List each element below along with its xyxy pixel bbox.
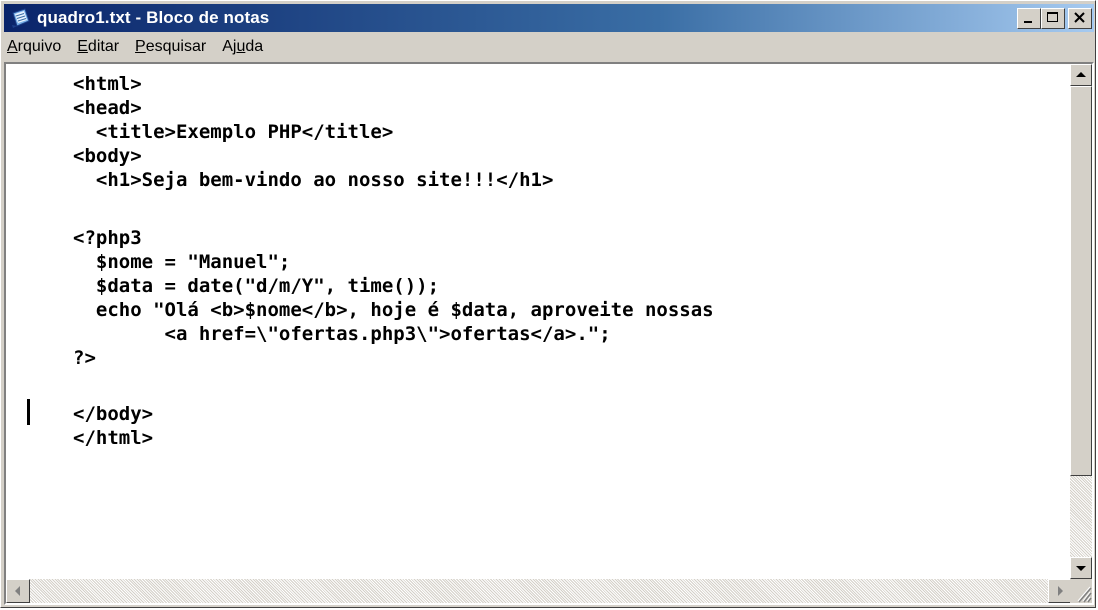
- code-line: <?php3: [73, 227, 142, 249]
- minimize-button[interactable]: [1017, 8, 1041, 29]
- code-line: <body>: [73, 145, 142, 167]
- vertical-scroll-track[interactable]: [1070, 476, 1092, 557]
- menu-editar[interactable]: Editar: [69, 36, 127, 58]
- arrow-up-icon: [1076, 72, 1086, 77]
- close-button[interactable]: [1068, 8, 1092, 29]
- window-title: quadro1.txt - Bloco de notas: [37, 8, 270, 27]
- code-line: $data = date("d/m/Y", time());: [73, 275, 440, 297]
- code-line: </html>: [73, 427, 154, 449]
- menu-arquivo[interactable]: Arquivo: [4, 36, 69, 58]
- title-bar[interactable]: quadro1.txt - Bloco de notas: [4, 4, 1094, 32]
- maximize-button[interactable]: [1041, 8, 1065, 29]
- code-line: <a href=\"ofertas.php3\">ofertas</a>.";: [73, 323, 611, 345]
- code-line: <html>: [73, 73, 142, 95]
- scroll-right-button[interactable]: [1048, 579, 1072, 603]
- notepad-icon[interactable]: [10, 7, 32, 29]
- menu-ajuda[interactable]: Ajuda: [214, 36, 271, 58]
- editor-frame: <html> <head> <title>Exemplo PHP</title>…: [4, 62, 1094, 605]
- arrow-down-icon: [1076, 566, 1086, 571]
- code-line: <title>Exemplo PHP</title>: [73, 121, 394, 143]
- code-line: echo "Olá <b>$nome</b>, hoje é $data, ap…: [73, 299, 714, 321]
- code-line: ?>: [73, 347, 96, 369]
- arrow-right-icon: [1058, 586, 1063, 596]
- menu-bar: Arquivo Editar Pesquisar Ajuda: [4, 34, 1094, 60]
- close-icon: [1074, 12, 1085, 23]
- code-line: <head>: [73, 97, 142, 119]
- text-caret: [27, 399, 30, 425]
- horizontal-scrollbar[interactable]: [6, 579, 1072, 603]
- notepad-window: quadro1.txt - Bloco de notas Arquivo Edi…: [0, 0, 1096, 608]
- window-controls: [1017, 8, 1092, 29]
- scroll-down-button[interactable]: [1070, 557, 1092, 579]
- size-grip-icon[interactable]: [1070, 579, 1092, 603]
- text-editor[interactable]: <html> <head> <title>Exemplo PHP</title>…: [6, 64, 1072, 579]
- code-line: $nome = "Manuel";: [73, 251, 291, 273]
- scroll-left-button[interactable]: [6, 579, 30, 603]
- arrow-left-icon: [15, 586, 20, 596]
- vertical-scrollbar[interactable]: [1070, 64, 1092, 579]
- minimize-icon: [1024, 21, 1032, 23]
- scroll-up-button[interactable]: [1070, 64, 1092, 86]
- vertical-scroll-thumb[interactable]: [1070, 86, 1092, 476]
- code-line: <h1>Seja bem-vindo ao nosso site!!!</h1>: [73, 169, 554, 191]
- menu-pesquisar[interactable]: Pesquisar: [127, 36, 214, 58]
- code-line: </body>: [73, 403, 154, 425]
- maximize-icon: [1047, 12, 1058, 22]
